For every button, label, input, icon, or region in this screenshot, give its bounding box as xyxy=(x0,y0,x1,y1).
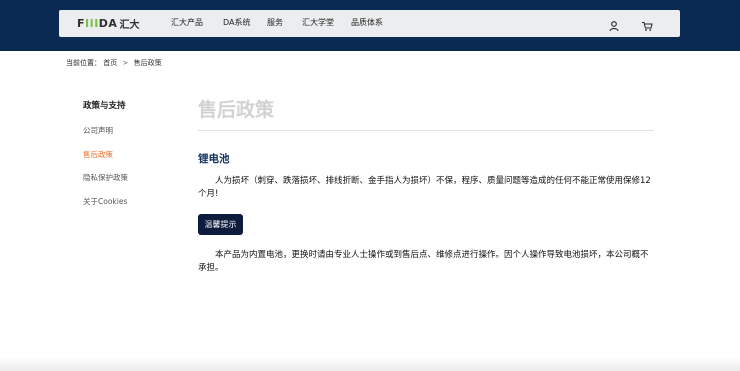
breadcrumb-current: 售后政策 xyxy=(133,59,162,67)
policy-paragraph-warranty: 人为损坏（刺穿、跌落损坏、排线折断、金手指人为损坏）不保，程序、质量问题等造成的… xyxy=(198,176,651,199)
nav-item-products[interactable]: 汇大产品 xyxy=(171,18,203,28)
title-divider xyxy=(198,130,654,131)
sidebar-item-cookies[interactable]: 关于Cookies xyxy=(83,197,127,207)
sidebar-item-company-statement[interactable]: 公司声明 xyxy=(83,126,113,136)
brand-logo[interactable]: FIIIDA 汇大 xyxy=(77,16,140,31)
section-title: 锂电池 xyxy=(198,153,230,165)
tip-button[interactable]: 温馨提示 xyxy=(198,214,243,235)
policy-paragraph-battery: 本产品为内置电池，更换时请由专业人士操作或到售后点、维修点进行操作。因个人操作导… xyxy=(198,250,649,273)
breadcrumb-separator: > xyxy=(122,59,129,67)
navbar: FIIIDA 汇大 汇大产品 DA系统 服务 汇大学堂 品质体系 xyxy=(59,10,680,37)
user-icon[interactable] xyxy=(608,17,620,32)
breadcrumb: 当前位置： 首页 > 售后政策 xyxy=(66,58,162,68)
breadcrumb-home[interactable]: 首页 xyxy=(103,59,117,67)
page-title: 售后政策 xyxy=(198,99,275,121)
footer-shadow xyxy=(0,356,740,371)
logo-chinese-name: 汇大 xyxy=(119,19,140,31)
nav-item-service[interactable]: 服务 xyxy=(267,18,283,28)
sidebar-title: 政策与支持 xyxy=(83,101,126,111)
breadcrumb-label: 当前位置： xyxy=(66,59,101,67)
sidebar-item-after-sales-policy[interactable]: 售后政策 xyxy=(83,150,113,160)
sidebar-item-privacy-policy[interactable]: 隐私保护政策 xyxy=(83,173,128,183)
logo-wordmark: FIIIDA xyxy=(77,16,118,30)
nav-item-quality[interactable]: 品质体系 xyxy=(351,18,383,28)
nav-item-academy[interactable]: 汇大学堂 xyxy=(302,18,334,28)
nav-item-da-system[interactable]: DA系统 xyxy=(223,18,251,28)
cart-icon[interactable] xyxy=(641,17,653,31)
